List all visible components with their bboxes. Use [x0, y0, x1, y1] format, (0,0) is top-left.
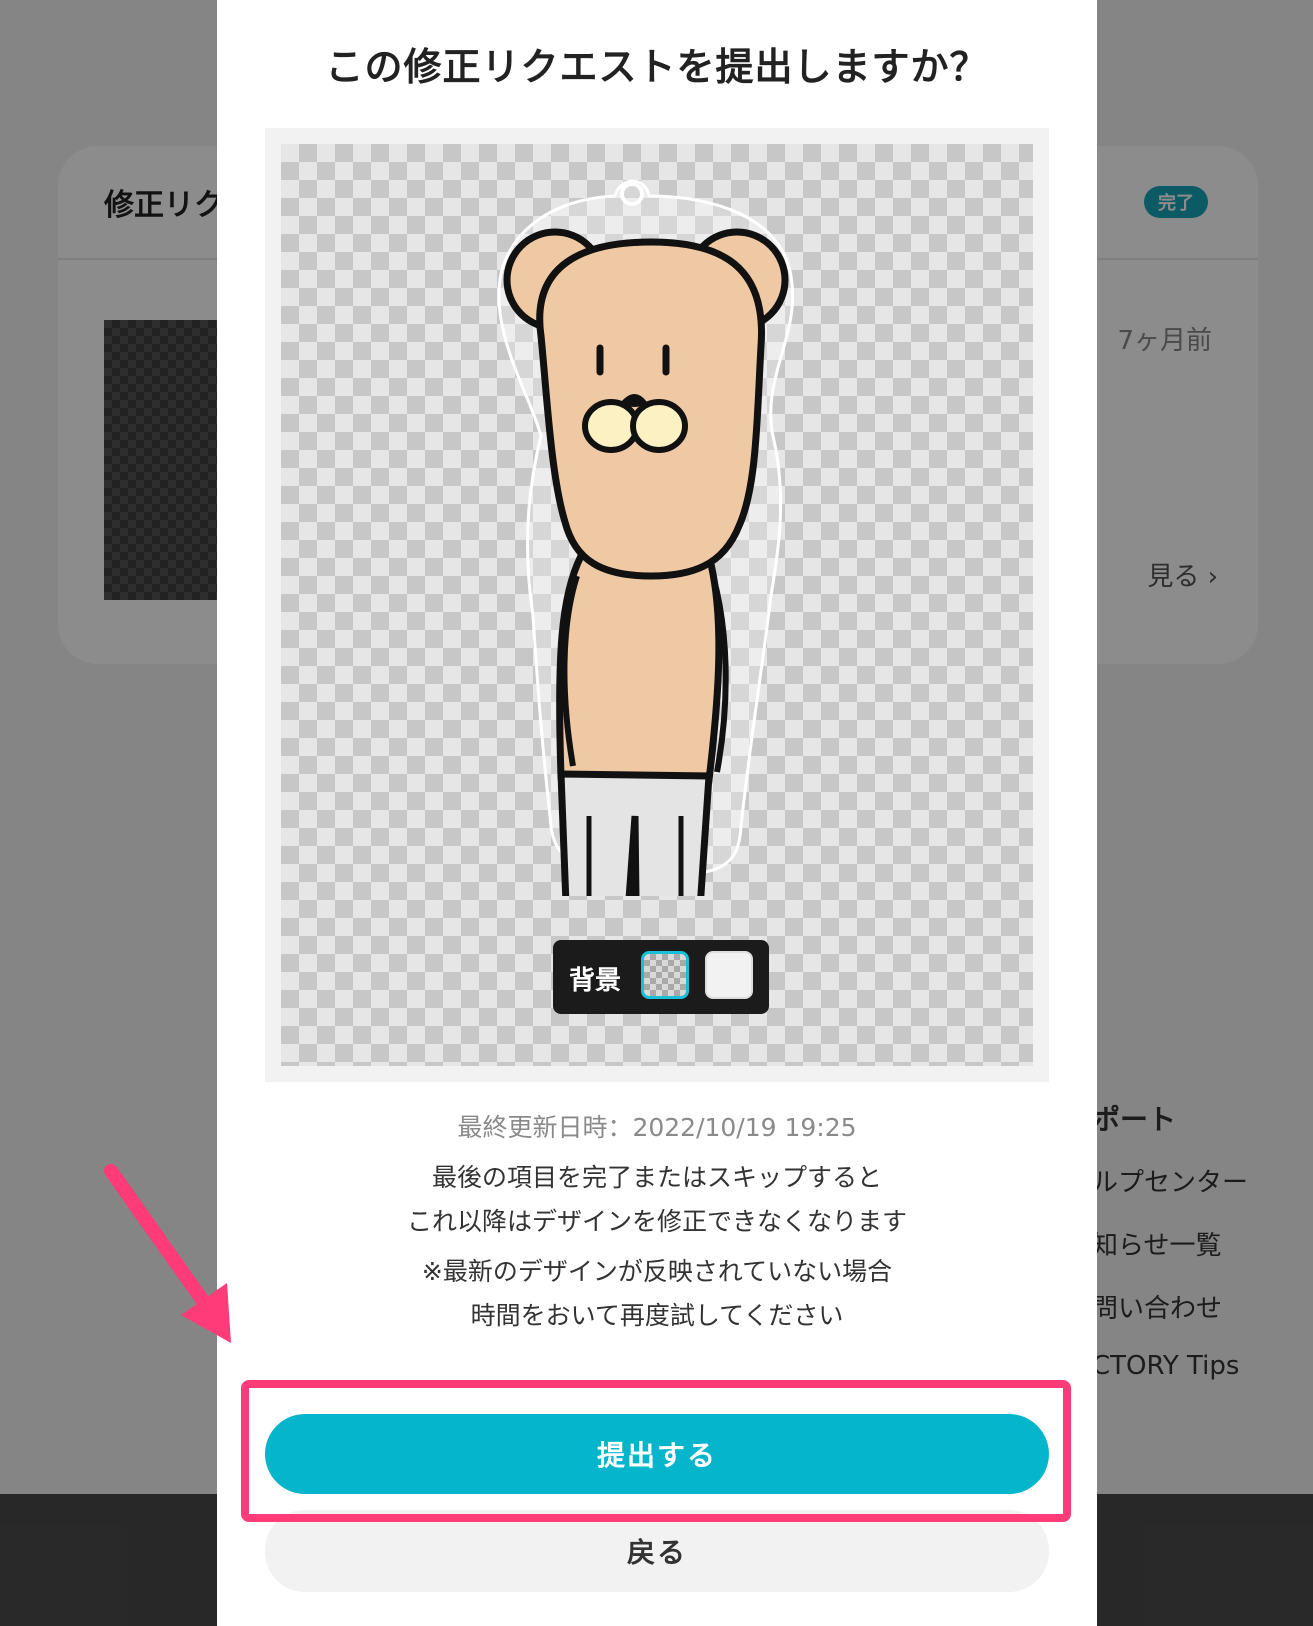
design-preview: 背景 — [265, 128, 1049, 1082]
preview-canvas: 背景 — [281, 144, 1033, 1066]
modal-title: この修正リクエストを提出しますか？ — [325, 45, 989, 89]
background-toggle: 背景 — [553, 940, 769, 1014]
background-toggle-label: 背景 — [569, 966, 622, 996]
last-updated: 最終更新日時：2022/10/19 19:25 — [457, 1113, 857, 1142]
pointer-arrow-icon — [104, 1164, 231, 1343]
caution-notice: ※最新のデザインが反映されていない場合 時間をおいて再度試してください — [217, 1250, 1097, 1338]
white-background-option[interactable] — [705, 951, 753, 999]
lock-notice-line: 最後の項目を完了またはスキップすると — [431, 1163, 882, 1192]
caution-notice-line: 時間をおいて再度試してください — [470, 1301, 844, 1330]
highlight-box — [241, 1380, 1071, 1522]
bear-acrylic-keychain-image — [497, 179, 795, 896]
lock-notice: 最後の項目を完了またはスキップすると これ以降はデザインを修正できなくなります — [217, 1156, 1097, 1244]
caution-notice-line: ※最新のデザインが反映されていない場合 — [421, 1257, 893, 1286]
back-button[interactable]: 戻る — [265, 1510, 1049, 1592]
transparent-background-option[interactable] — [641, 951, 689, 999]
lock-notice-line: これ以降はデザインを修正できなくなります — [406, 1207, 907, 1236]
